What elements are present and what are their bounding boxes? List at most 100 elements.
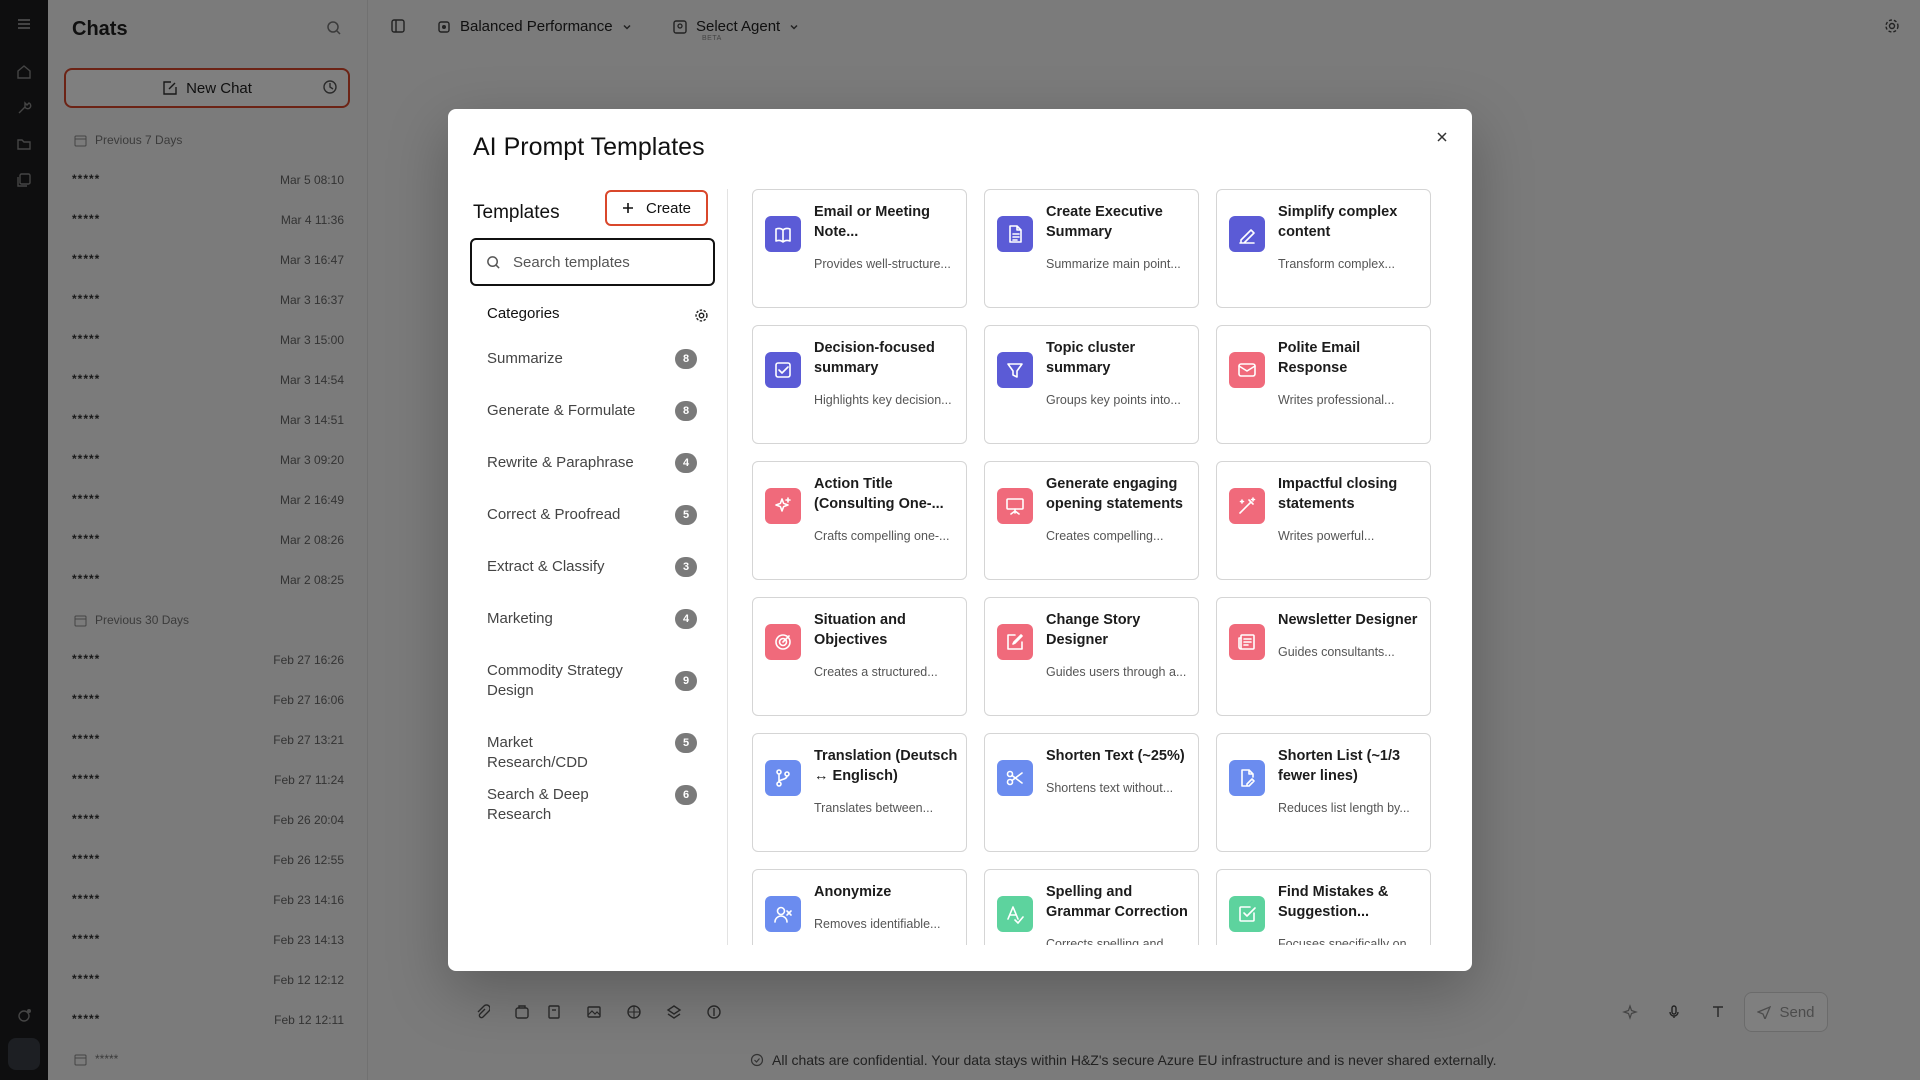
category-label: Market Research/CDD: [487, 734, 588, 771]
category-item[interactable]: Search & Deep Research 6: [487, 785, 697, 823]
category-label: Extract & Classify: [487, 558, 605, 575]
template-description: Crafts compelling one-...: [814, 529, 950, 543]
category-item[interactable]: Summarize 8: [487, 349, 697, 369]
templates-grid: Email or Meeting Note... Provides well-st…: [752, 189, 1456, 945]
search-icon: [487, 255, 500, 269]
category-count-badge: 5: [675, 505, 697, 525]
template-title: Shorten Text (~25%): [1046, 748, 1185, 764]
close-icon[interactable]: [1430, 125, 1454, 149]
spellcheck-icon: [997, 896, 1033, 932]
template-title: Generate engaging opening statements: [1046, 476, 1183, 512]
check-square-icon: [1229, 896, 1265, 932]
category-count-badge: 8: [675, 401, 697, 421]
category-count-badge: 3: [675, 557, 697, 577]
dialog-title: AI Prompt Templates: [473, 133, 705, 161]
template-card[interactable]: Shorten Text (~25%) Shortens text without…: [984, 733, 1199, 852]
template-description: Writes professional...: [1278, 393, 1395, 407]
template-title: Change Story Designer: [1046, 612, 1141, 648]
document-icon: [997, 216, 1033, 252]
gear-icon[interactable]: [694, 308, 709, 328]
template-title: Find Mistakes & Suggestion...: [1278, 884, 1389, 920]
presentation-icon: [997, 488, 1033, 524]
template-title: Anonymize: [814, 884, 892, 900]
category-label: Commodity Strategy Design: [487, 662, 623, 699]
magic-wand-icon: [1229, 488, 1265, 524]
funnel-icon: [997, 352, 1033, 388]
template-title: Spelling and Grammar Correction: [1046, 884, 1188, 920]
template-search[interactable]: [470, 238, 715, 286]
search-input[interactable]: [513, 253, 693, 271]
template-card[interactable]: Spelling and Grammar Correction Corrects …: [984, 869, 1199, 945]
plus-icon: [622, 203, 633, 213]
template-card[interactable]: Polite Email Response Writes professional…: [1216, 325, 1431, 444]
mail-icon: [1229, 352, 1265, 388]
template-card[interactable]: Change Story Designer Guides users throug…: [984, 597, 1199, 716]
file-pen-icon: [1229, 760, 1265, 796]
template-description: Shortens text without...: [1046, 781, 1174, 795]
category-item[interactable]: Commodity Strategy Design 9: [487, 661, 697, 701]
scissors-icon: [997, 760, 1033, 796]
template-title: Email or Meeting Note...: [814, 204, 931, 240]
category-label: Marketing: [487, 610, 553, 627]
template-title: Polite Email Response: [1278, 340, 1361, 376]
create-label: Create: [645, 199, 692, 217]
template-card[interactable]: Generate engaging opening statements Crea…: [984, 461, 1199, 580]
category-item[interactable]: Marketing 4: [487, 609, 697, 629]
category-label: Rewrite & Paraphrase: [487, 454, 634, 471]
template-card[interactable]: Action Title (Consulting One-... Crafts c…: [752, 461, 967, 580]
template-description: Reduces list length by...: [1278, 801, 1410, 815]
category-item[interactable]: Rewrite & Paraphrase 4: [487, 453, 697, 473]
category-count-badge: 8: [675, 349, 697, 369]
category-item[interactable]: Market Research/CDD 5: [487, 733, 697, 771]
template-card[interactable]: Anonymize Removes identifiable...: [752, 869, 967, 945]
template-title: Newsletter Designer: [1278, 612, 1418, 628]
template-description: Translates between...: [814, 801, 934, 815]
template-card[interactable]: Email or Meeting Note... Provides well-st…: [752, 189, 967, 308]
sparkles-icon: [765, 488, 801, 524]
template-card[interactable]: Impactful closing statements Writes power…: [1216, 461, 1431, 580]
category-count-badge: 9: [675, 671, 697, 691]
checkbox-icon: [765, 352, 801, 388]
templates-heading: Templates: [473, 202, 560, 223]
category-count-badge: 6: [675, 785, 697, 805]
template-card[interactable]: Situation and Objectives Creates a struct…: [752, 597, 967, 716]
template-card[interactable]: Create Executive Summary Summarize main p…: [984, 189, 1199, 308]
category-item[interactable]: Generate & Formulate 8: [487, 401, 697, 421]
template-card[interactable]: Topic cluster summary Groups key points i…: [984, 325, 1199, 444]
template-title: Decision-focused summary: [814, 340, 935, 376]
git-branch-icon: [765, 760, 801, 796]
template-card[interactable]: Newsletter Designer Guides consultants...: [1216, 597, 1431, 716]
template-card[interactable]: Find Mistakes & Suggestion... Focuses spe…: [1216, 869, 1431, 945]
categories-heading: Categories: [487, 305, 560, 322]
template-title: Translation (Deutsch ↔ Englisch): [814, 748, 958, 784]
template-card[interactable]: Translation (Deutsch ↔ Englisch) Translat…: [752, 733, 967, 852]
create-template-button[interactable]: Create: [605, 190, 708, 226]
template-title: Shorten List (~1/3 fewer lines): [1278, 748, 1401, 784]
template-card[interactable]: Decision-focused summary Highlights key d…: [752, 325, 967, 444]
template-description: Removes identifiable...: [814, 917, 941, 931]
category-label: Search & Deep Research: [487, 786, 589, 823]
template-title: Simplify complex content: [1278, 204, 1398, 240]
template-card[interactable]: Shorten List (~1/3 fewer lines) Reduces l…: [1216, 733, 1431, 852]
pen-icon: [1229, 216, 1265, 252]
user-x-icon: [765, 896, 801, 932]
template-description: Creates a structured...: [814, 665, 938, 679]
column-divider: [727, 189, 728, 945]
target-icon: [765, 624, 801, 660]
template-description: Groups key points into...: [1046, 393, 1181, 407]
template-description: Provides well-structure...: [814, 257, 951, 271]
category-item[interactable]: Extract & Classify 3: [487, 557, 697, 577]
template-card[interactable]: Simplify complex content Transform comple…: [1216, 189, 1431, 308]
template-title: Action Title (Consulting One-...: [814, 476, 944, 512]
template-title: Impactful closing statements: [1278, 476, 1398, 512]
template-description: Creates compelling...: [1046, 529, 1164, 543]
template-description: Guides consultants...: [1278, 645, 1395, 659]
book-open-icon: [765, 216, 801, 252]
template-title: Topic cluster summary: [1046, 340, 1136, 376]
edit-square-icon: [997, 624, 1033, 660]
category-item[interactable]: Correct & Proofread 5: [487, 505, 697, 525]
category-label: Correct & Proofread: [487, 506, 621, 523]
category-count-badge: 5: [675, 733, 697, 753]
category-count-badge: 4: [675, 609, 697, 629]
template-description: Focuses specifically on...: [1278, 937, 1417, 945]
